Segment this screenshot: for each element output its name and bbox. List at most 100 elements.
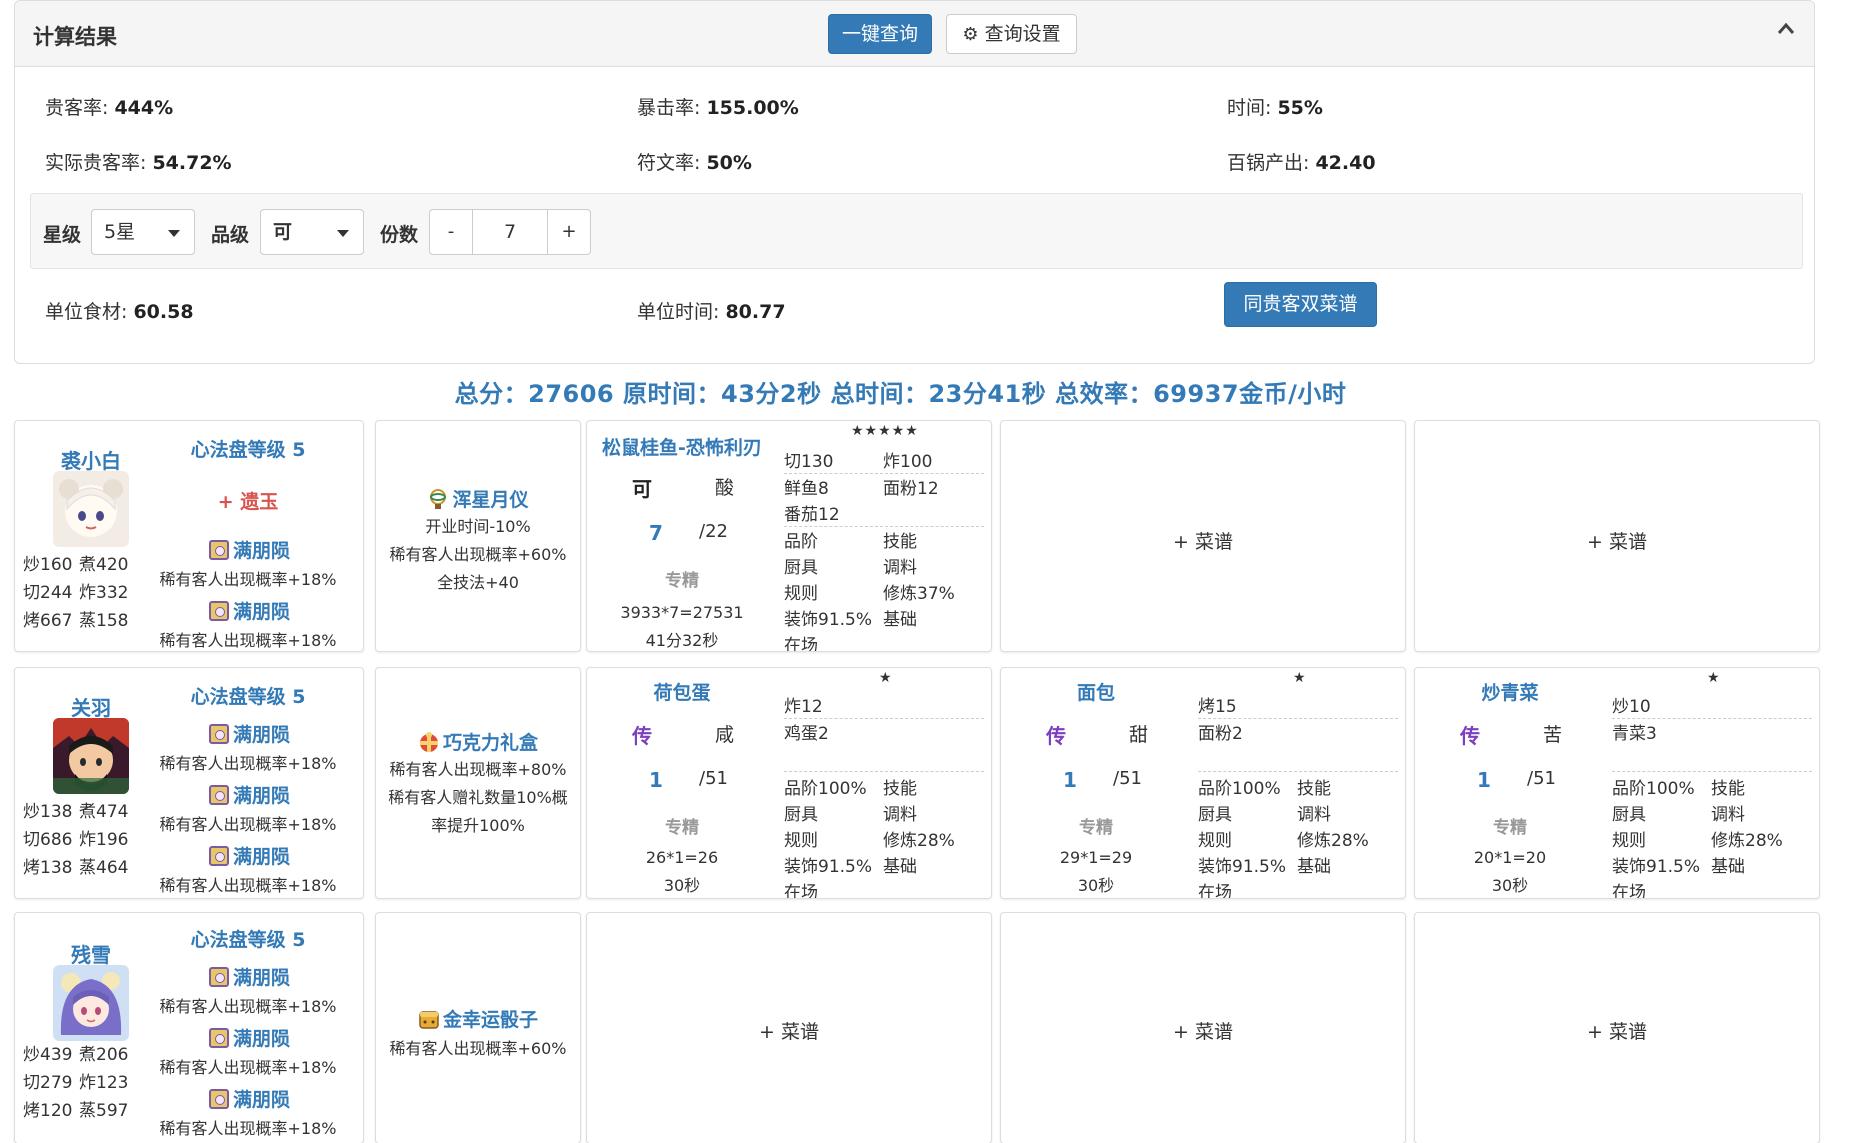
crit-rate-stat: 暴击率: 155.00% bbox=[637, 97, 799, 119]
rarity-stars: ★ bbox=[879, 670, 893, 686]
equip-name[interactable]: 金幸运骰子 bbox=[378, 1005, 578, 1032]
bonus-item: 装饰91.5% bbox=[1612, 857, 1701, 877]
chef-card-2[interactable]: 关羽 炒138 煮474 切686 炸196 烤138 蒸464 心法盘等级 5 满朋… bbox=[14, 667, 364, 899]
equip-name[interactable]: 浑星月仪 bbox=[378, 485, 578, 512]
skill-item[interactable]: 满朋陨 bbox=[209, 720, 290, 747]
add-recipe-button[interactable]: + 菜谱 bbox=[587, 1017, 991, 1044]
bonus-item: 规则 bbox=[1612, 831, 1646, 851]
query-settings-button[interactable]: ⚙ 查询设置 bbox=[946, 14, 1077, 54]
empty-recipe-slot[interactable]: + 菜谱 bbox=[1414, 420, 1820, 652]
add-recipe-button[interactable]: + 菜谱 bbox=[1415, 1017, 1819, 1044]
bonus-item: 厨具 bbox=[784, 558, 818, 578]
skill-item[interactable]: 满朋陨 bbox=[209, 963, 290, 990]
skill-desc: 稀有客人出现概率+18% bbox=[159, 876, 337, 895]
equip-card-2[interactable]: 巧克力礼盒 稀有客人出现概率+80% 稀有客人赠礼数量10%概 率提升100% bbox=[375, 667, 581, 899]
chef-card-3[interactable]: 残雪 炒439 煮206 切279 炸123 烤120 蒸597 心法盘等级 5 满朋… bbox=[14, 912, 364, 1143]
chef-stats: 炒439 煮206 切279 炸123 烤120 蒸597 bbox=[23, 1045, 129, 1121]
recipe-qty[interactable]: 1 bbox=[1477, 768, 1491, 792]
chef-name[interactable]: 残雪 bbox=[41, 939, 141, 968]
score-calc: 20*1=20 bbox=[1473, 848, 1547, 867]
qty-plus-button[interactable]: + bbox=[547, 209, 591, 255]
recipe-time: 30秒 bbox=[1491, 876, 1529, 895]
xinfa-level[interactable]: 心法盘等级 5 bbox=[133, 925, 363, 952]
recipe-qty[interactable]: 1 bbox=[649, 768, 663, 792]
recipe-name[interactable]: 松鼠桂鱼-恐怖利刃 bbox=[587, 433, 777, 460]
recipe-card-1[interactable]: 松鼠桂鱼-恐怖利刃 ★★★★★ 可 酸 7 /22 专精 3933*7=2753… bbox=[586, 420, 992, 652]
empty-recipe-slot[interactable]: + 菜谱 bbox=[1000, 912, 1406, 1143]
empty-recipe-slot[interactable]: + 菜谱 bbox=[1000, 420, 1406, 652]
chef-name[interactable]: 关羽 bbox=[41, 692, 141, 721]
chef-avatar[interactable] bbox=[53, 965, 129, 1041]
add-recipe-button[interactable]: + 菜谱 bbox=[1001, 527, 1405, 554]
bonus-item: 装饰91.5% bbox=[1198, 857, 1287, 877]
skill-icon bbox=[209, 967, 229, 987]
recipe-name[interactable]: 面包 bbox=[1001, 678, 1191, 705]
chef-avatar[interactable] bbox=[53, 471, 129, 547]
xinfa-level[interactable]: 心法盘等级 5 bbox=[133, 435, 363, 462]
recipe-time: 30秒 bbox=[663, 876, 701, 895]
recipe-max: /51 bbox=[1527, 768, 1556, 789]
recipe-taste: 苦 bbox=[1543, 724, 1563, 746]
bonus-item: 修炼28% bbox=[1711, 831, 1783, 851]
chevron-up-icon[interactable] bbox=[1776, 19, 1796, 39]
recipe-name[interactable]: 炒青菜 bbox=[1415, 678, 1605, 705]
qty-input[interactable]: 7 bbox=[473, 209, 547, 255]
bonus-item: 基础 bbox=[883, 857, 917, 877]
time-value: 55% bbox=[1277, 97, 1323, 119]
ingredient: 面粉2 bbox=[1198, 724, 1243, 744]
bonus-item: 品阶100% bbox=[1198, 779, 1281, 799]
equip-card-3[interactable]: 金幸运骰子 稀有客人出现概率+60% bbox=[375, 912, 581, 1143]
equip-name[interactable]: 巧克力礼盒 bbox=[378, 728, 578, 755]
empty-recipe-slot[interactable]: + 菜谱 bbox=[1414, 912, 1820, 1143]
recipe-card-4[interactable]: 炒青菜 ★ 传 苦 1 /51 专精 20*1=20 30秒 炒10 青菜3 品… bbox=[1414, 667, 1820, 899]
skill-item[interactable]: 满朋陨 bbox=[209, 536, 290, 563]
recipe-card-2[interactable]: 荷包蛋 ★ 传 咸 1 /51 专精 26*1=26 30秒 炸12 鸡蛋2 品… bbox=[586, 667, 992, 899]
skill-desc: 稀有客人出现概率+18% bbox=[159, 570, 337, 589]
bonus-item: 调料 bbox=[883, 558, 917, 578]
recipe-qty[interactable]: 7 bbox=[649, 521, 663, 545]
chef-card-1[interactable]: 裘小白 炒160 煮420 切244 炸332 烤667 蒸158 心法盘等级 5 +… bbox=[14, 420, 364, 652]
skill-item[interactable]: 满朋陨 bbox=[209, 781, 290, 808]
bonus-item: 装饰91.5% bbox=[784, 610, 873, 630]
chef-avatar[interactable] bbox=[53, 718, 129, 794]
ingredient: 番茄12 bbox=[784, 505, 840, 525]
add-relic-button[interactable]: + 遗玉 bbox=[133, 487, 363, 514]
xinfa-level[interactable]: 心法盘等级 5 bbox=[133, 682, 363, 709]
chef-name[interactable]: 裘小白 bbox=[41, 445, 141, 474]
skill-item[interactable]: 满朋陨 bbox=[209, 597, 290, 624]
recipe-qty[interactable]: 1 bbox=[1063, 768, 1077, 792]
recipe-grade: 传 bbox=[1460, 724, 1480, 748]
empty-recipe-slot[interactable]: + 菜谱 bbox=[586, 912, 992, 1143]
bonus-item: 规则 bbox=[784, 584, 818, 604]
recipe-taste: 甜 bbox=[1129, 724, 1149, 746]
equip-card-1[interactable]: 浑星月仪 开业时间-10% 稀有客人出现概率+60% 全技法+40 bbox=[375, 420, 581, 652]
recipe-grade: 传 bbox=[1046, 724, 1066, 748]
score-calc: 29*1=29 bbox=[1059, 848, 1133, 867]
add-recipe-button[interactable]: + 菜谱 bbox=[1001, 1017, 1405, 1044]
star-select[interactable]: 5星 bbox=[91, 209, 195, 255]
score-calc: 26*1=26 bbox=[645, 848, 719, 867]
bonus-item: 在场 bbox=[1198, 883, 1232, 899]
skill-item[interactable]: 满朋陨 bbox=[209, 1085, 290, 1112]
unit-food-stat: 单位食材: 60.58 bbox=[45, 301, 194, 323]
recipe-card-3[interactable]: 面包 ★ 传 甜 1 /51 专精 29*1=29 30秒 烤15 面粉2 品阶… bbox=[1000, 667, 1406, 899]
add-recipe-button[interactable]: + 菜谱 bbox=[1415, 527, 1819, 554]
guest-rate-value: 444% bbox=[114, 97, 174, 119]
ingredient: 鲜鱼8 bbox=[784, 479, 829, 499]
recipe-max: /51 bbox=[699, 768, 728, 789]
gift-box-icon bbox=[419, 732, 438, 752]
bonus-item: 品阶100% bbox=[1612, 779, 1695, 799]
grade-select[interactable]: 可 bbox=[260, 209, 364, 255]
dice-icon bbox=[419, 1011, 439, 1029]
bonus-item: 在场 bbox=[784, 636, 818, 652]
recipe-name[interactable]: 荷包蛋 bbox=[587, 678, 777, 705]
same-vip-dual-recipe-button[interactable]: 同贵客双菜谱 bbox=[1224, 282, 1377, 327]
qty-minus-button[interactable]: - bbox=[429, 209, 473, 255]
skill-item[interactable]: 满朋陨 bbox=[209, 842, 290, 869]
skill-icon bbox=[209, 1089, 229, 1109]
one-click-query-button[interactable]: 一键查询 bbox=[828, 14, 932, 54]
skill-icon bbox=[209, 846, 229, 866]
skill-item[interactable]: 满朋陨 bbox=[209, 1024, 290, 1051]
bonus-item: 基础 bbox=[1297, 857, 1331, 877]
recipe-grade: 可 bbox=[632, 477, 652, 501]
